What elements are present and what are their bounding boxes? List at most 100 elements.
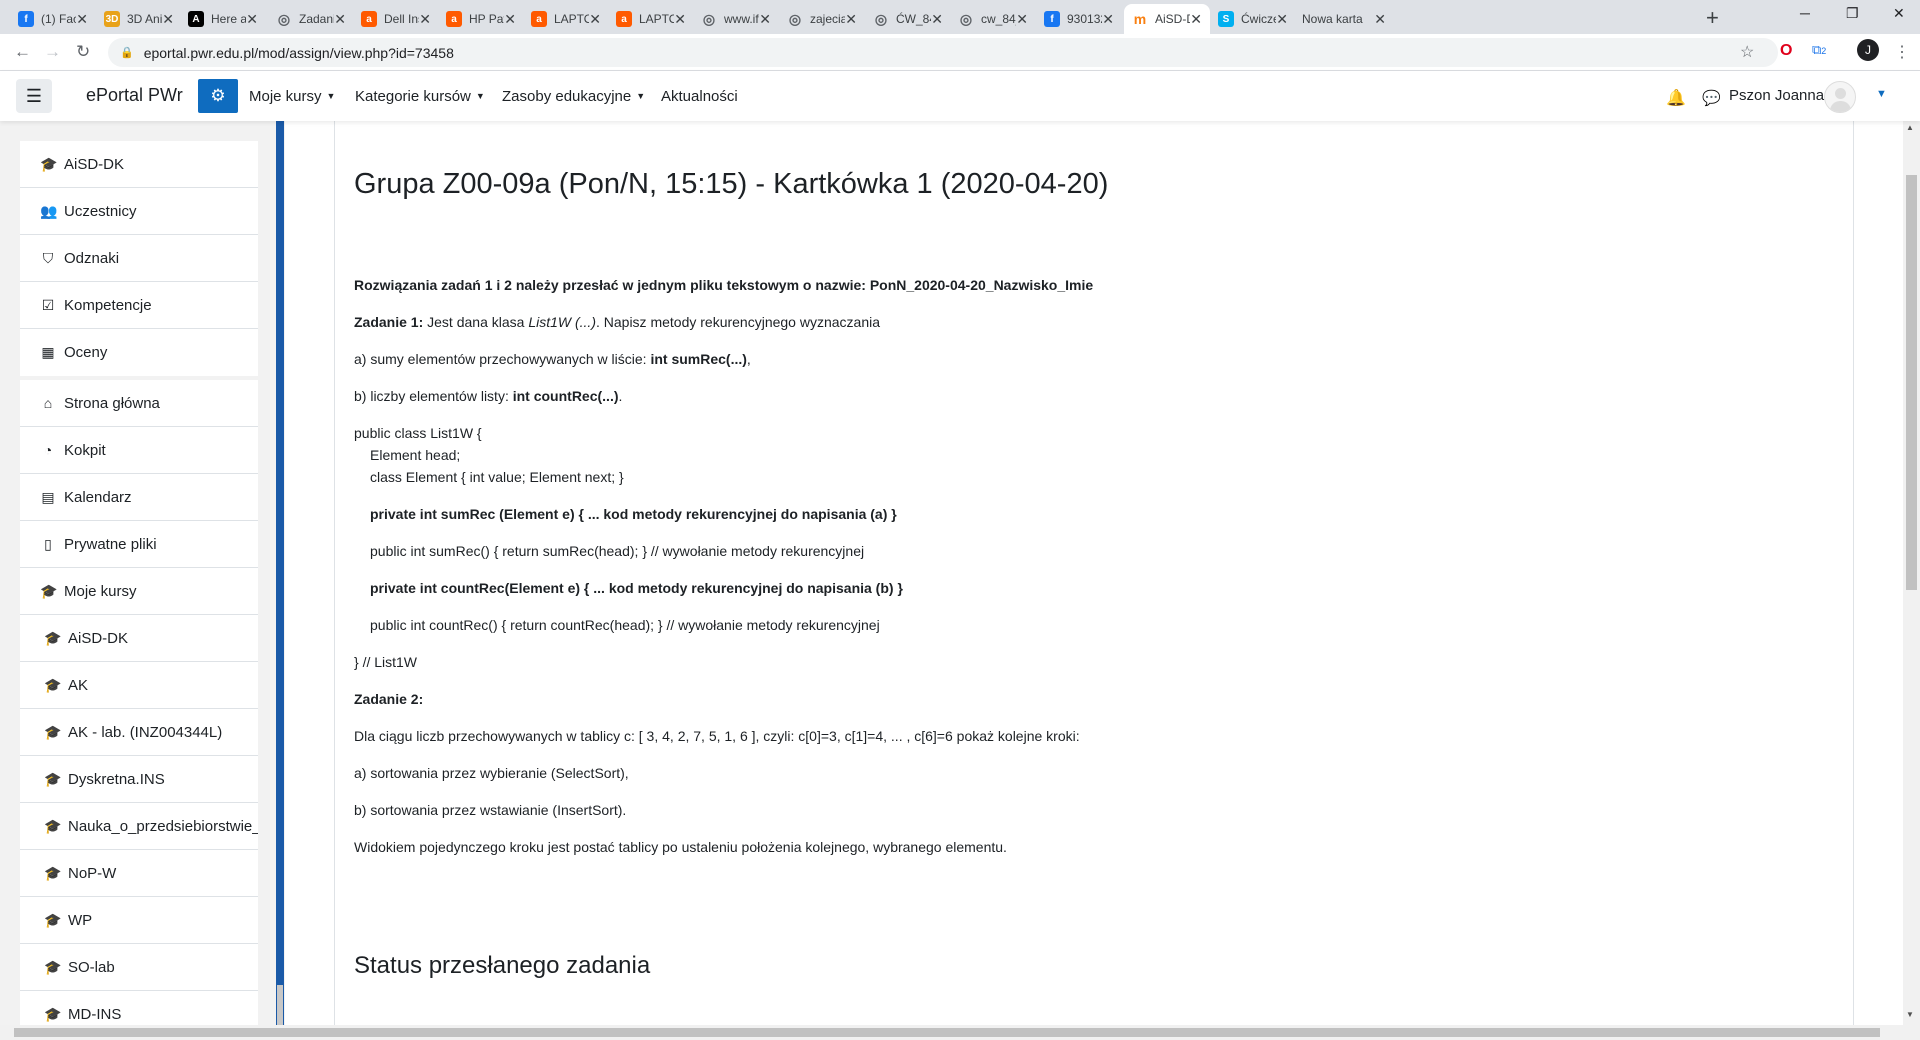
chat-icon[interactable]: 💬 [1702,89,1721,107]
minimize-icon[interactable]: ─ [1800,5,1810,21]
tab-close-icon[interactable]: ✕ [931,11,943,28]
sidebar-item[interactable]: 🎓 MD-INS [20,991,258,1025]
menu-educational-resources[interactable]: Zasoby edukacyjne ▼ [502,88,645,105]
tab-close-icon[interactable]: ✕ [1374,11,1386,28]
sidebar-item[interactable]: ⛉ Odznaki [20,235,258,282]
settings-cogs-button[interactable]: ⚙ [198,79,238,113]
browser-tab[interactable]: f (1) Face✕ [10,4,96,34]
scroll-up-arrow-icon[interactable]: ▲ [1906,123,1914,132]
page-scrollbar-thumb[interactable] [1906,175,1917,590]
sidebar-item[interactable]: 🎓 NoP-W [20,850,258,897]
restore-icon[interactable]: ❐ [1846,5,1859,22]
sidebar-item[interactable]: 🎓 AK - lab. (INZ004344L) [20,709,258,756]
tab-close-icon[interactable]: ✕ [76,11,88,28]
sidebar-item-label: AK [68,676,89,694]
extension-icon[interactable]: ⧉2 [1812,42,1826,58]
tab-close-icon[interactable]: ✕ [504,11,516,28]
site-brand[interactable]: ePortal PWr [86,85,183,106]
menu-my-courses[interactable]: Moje kursy ▼ [249,88,335,105]
sidebar-item-label: AK - lab. (INZ004344L) [68,723,223,741]
sidebar-item[interactable]: ▯ Prywatne pliki [20,521,258,568]
new-tab-button[interactable]: + [1706,5,1719,31]
user-menu-caret-icon[interactable]: ▼ [1876,88,1887,100]
dashboard-icon: ◔ [43,442,53,458]
tab-close-icon[interactable]: ✕ [246,11,258,28]
site-navbar: ☰ ePortal PWr ⚙ Moje kursy ▼ Kategorie ku… [0,71,1920,121]
browser-tab[interactable]: A Here are✕ [180,4,266,34]
close-window-icon[interactable]: ✕ [1893,5,1905,22]
browser-tab[interactable]: ◎ www.if.p✕ [693,4,779,34]
sidebar-item[interactable]: 👥 Uczestnicy [20,188,258,235]
tab-close-icon[interactable]: ✕ [759,11,771,28]
tab-title: Zadania [299,12,334,26]
tab-close-icon[interactable]: ✕ [1016,11,1028,28]
browser-tab[interactable]: 3D 3D Anim✕ [96,4,182,34]
reload-icon[interactable]: ↻ [76,42,90,62]
bookmark-star-icon[interactable]: ☆ [1740,42,1754,62]
allegro-icon: a [361,11,377,27]
sidebar-item[interactable]: 🎓 Dyskretna.INS [20,756,258,803]
browser-tab[interactable]: f 930132✕ [1036,4,1122,34]
item-a-method: int sumRec(...) [650,351,747,367]
sidebar-item-label: Dyskretna.INS [68,770,165,788]
item-a-text: a) sumy elementów przechowywanych w liśc… [354,351,651,367]
sidebar-item[interactable]: 🎓 AiSD-DK [20,615,258,662]
sidebar-item-label: AiSD-DK [68,629,129,647]
browser-tab[interactable]: Nowa karta ✕ [1294,4,1394,34]
sidebar-item[interactable]: ▦ Oceny [20,329,258,376]
submission-status-heading: Status przesłanego zadania [354,952,651,979]
tab-close-icon[interactable]: ✕ [419,11,431,28]
browser-tab[interactable]: ◎ Zadania✕ [268,4,354,34]
sidebar-item[interactable]: ☑ Kompetencje [20,282,258,329]
back-icon[interactable]: ← [14,42,31,62]
profile-avatar[interactable]: J [1857,39,1879,61]
tab-close-icon[interactable]: ✕ [1190,11,1202,28]
sidebar-item[interactable]: 🎓 WP [20,897,258,944]
browser-tab[interactable]: a LAPTOP✕ [608,4,694,34]
tab-close-icon[interactable]: ✕ [674,11,686,28]
facebook-icon: f [18,11,34,27]
sidebar-item[interactable]: ⌂ Strona główna [20,380,258,427]
user-name[interactable]: Pszon Joanna [1729,87,1824,104]
browser-menu-icon[interactable]: ⋮ [1894,42,1910,62]
drawer-toggle-button[interactable]: ☰ [16,79,52,113]
forward-icon[interactable]: → [44,42,61,62]
browser-tab[interactable]: a LAPTOP✕ [523,4,609,34]
browser-tab[interactable]: a HP Pavil✕ [438,4,524,34]
tab-title: LAPTOP [639,12,675,26]
opera-icon[interactable]: O [1780,42,1792,60]
browser-tab[interactable]: ◎ ĆW_84_✕ [865,4,951,34]
file-icon: ▯ [44,535,52,552]
drawer-scrollbar[interactable] [276,121,284,1025]
graduation-cap-icon: 🎓 [40,155,58,172]
sidebar-item[interactable]: 🎓 AK [20,662,258,709]
sidebar-item[interactable]: 🎓 Moje kursy [20,568,258,615]
sidebar-item[interactable]: ◔ Kokpit [20,427,258,474]
tab-close-icon[interactable]: ✕ [845,11,857,28]
sidebar-item[interactable]: 🎓 AiSD-DK [20,141,258,188]
scroll-down-arrow-icon[interactable]: ▼ [1906,1010,1914,1019]
menu-news[interactable]: Aktualności [661,88,738,105]
menu-course-categories[interactable]: Kategorie kursów ▼ [355,88,485,105]
sidebar-item[interactable]: ▤ Kalendarz [20,474,258,521]
browser-tab[interactable]: ◎ cw_84_✕ [950,4,1036,34]
tab-close-icon[interactable]: ✕ [334,11,346,28]
browser-tab[interactable]: S Ćwiczen✕ [1210,4,1296,34]
sidebar-item[interactable]: 🎓 Nauka_o_przedsiebiorstwie_C [20,803,258,850]
tab-close-icon[interactable]: ✕ [1276,11,1288,28]
sidebar-item[interactable]: 🎓 SO-lab [20,944,258,991]
drawer-scrollbar-thumb[interactable] [277,985,283,1025]
table-icon: ▦ [41,344,55,360]
browser-tab[interactable]: a Dell Insp✕ [353,4,439,34]
browser-tab[interactable]: m AiSD-DK✕ [1124,4,1210,34]
tab-close-icon[interactable]: ✕ [162,11,174,28]
url-bar[interactable]: 🔒 eportal.pwr.edu.pl/mod/assign/view.php… [108,38,1778,67]
browser-tab[interactable]: ◎ zajecia_✕ [779,4,865,34]
page-horizontal-scrollbar-thumb[interactable] [14,1028,1880,1037]
user-avatar[interactable] [1824,81,1856,113]
bell-icon[interactable]: 🔔 [1666,88,1686,108]
caret-down-icon: ▼ [326,91,336,101]
tab-close-icon[interactable]: ✕ [589,11,601,28]
url-text[interactable]: eportal.pwr.edu.pl/mod/assign/view.php?i… [144,45,454,61]
tab-close-icon[interactable]: ✕ [1102,11,1114,28]
